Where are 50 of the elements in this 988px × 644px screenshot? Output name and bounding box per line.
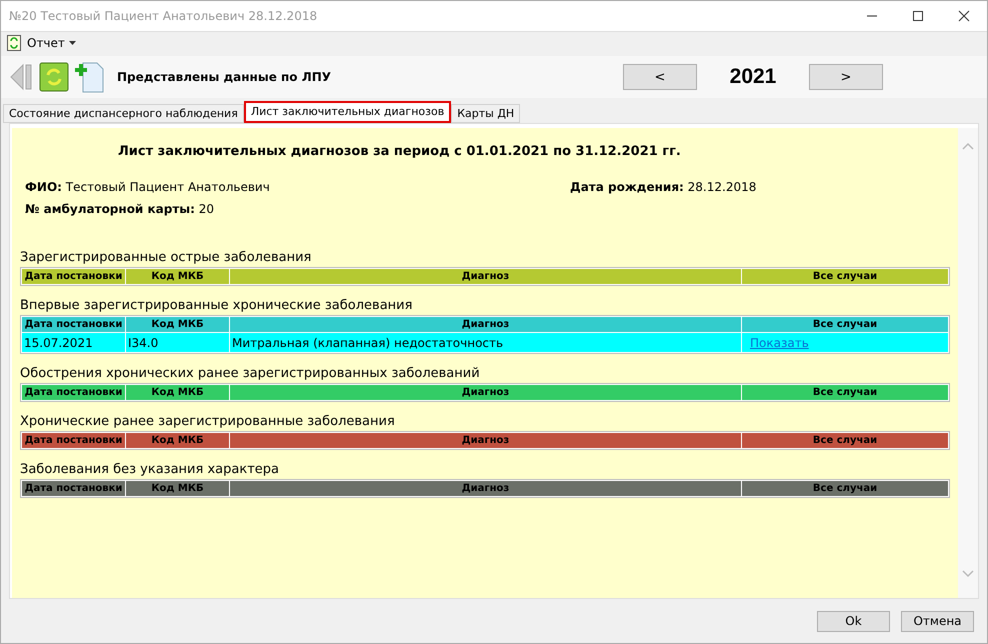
previous-year-button[interactable]: < [623, 64, 697, 90]
tab[interactable]: Состояние диспансерного наблюдения [3, 104, 244, 123]
caret-icon [68, 40, 76, 44]
refresh-document-icon [7, 34, 21, 50]
section-title: Заболевания без указания характера [20, 462, 280, 479]
dialog-button[interactable]: Отмена [901, 610, 974, 632]
scroll-up-icon[interactable] [962, 142, 974, 150]
column-header: Все случаи [742, 269, 948, 284]
section-title: Хронические ранее зарегистрированные заболевания [20, 414, 396, 431]
section-title: Впервые зарегистрированные хронические заболевания [20, 298, 414, 315]
tab[interactable]: Карты ДН [451, 104, 520, 123]
column-header: Диагноз [230, 385, 741, 400]
column-header: Все случаи [742, 317, 948, 332]
column-header: Дата постановки [22, 481, 125, 496]
refresh-icon[interactable] [39, 62, 69, 92]
add-document-icon[interactable] [75, 61, 105, 93]
patient-name: ФИО: Тестовый Пациент Анатольевич [25, 180, 271, 194]
column-header: Все случаи [742, 433, 948, 448]
window-title: №20 Тестовый Пациент Анатольевич 28.12.2018 [9, 9, 318, 23]
birth-date: Дата рождения: 28.12.2018 [570, 180, 758, 194]
tab[interactable]: Лист заключительных диагнозов [244, 101, 452, 123]
column-header: Диагноз [230, 269, 741, 284]
scroll-down-icon[interactable] [962, 570, 974, 578]
column-header: Диагноз [230, 317, 741, 332]
card-number: № амбулаторной карты: 20 [25, 202, 216, 216]
column-header: Диагноз [230, 481, 741, 496]
next-year-button[interactable]: > [809, 64, 883, 90]
column-header: Код МКБ [126, 317, 229, 332]
section-title: Зарегистрированные острые заболевания [20, 250, 312, 267]
column-header: Код МКБ [126, 481, 229, 496]
report-title: Лист заключительных диагнозов за период с 01.01.2021 по 31.12.2021 гг. [118, 144, 682, 161]
dialog-button[interactable]: Ok [817, 610, 890, 632]
column-header: Диагноз [230, 433, 741, 448]
back-icon[interactable] [9, 62, 33, 92]
column-header: Дата постановки [22, 317, 125, 332]
column-header: Код МКБ [126, 385, 229, 400]
table-cell: I34.0 [126, 333, 229, 352]
section-title: Обострения хронических ранее зарегистрированных заболеваний [20, 366, 481, 383]
column-header: Все случаи [742, 385, 948, 400]
column-header: Код МКБ [126, 433, 229, 448]
table-cell: 15.07.2021 [22, 333, 125, 352]
column-header: Все случаи [742, 481, 948, 496]
column-header: Дата постановки [22, 269, 125, 284]
column-header: Дата постановки [22, 433, 125, 448]
table-cell: Митральная (клапанная) недостаточность [230, 333, 741, 352]
column-header: Дата постановки [22, 385, 125, 400]
menu-item[interactable]: Отчет [27, 36, 76, 50]
column-header: Код МКБ [126, 269, 229, 284]
toolbar-caption: Представлены данные по ЛПУ [117, 70, 332, 84]
year-label: 2021 [728, 65, 778, 89]
